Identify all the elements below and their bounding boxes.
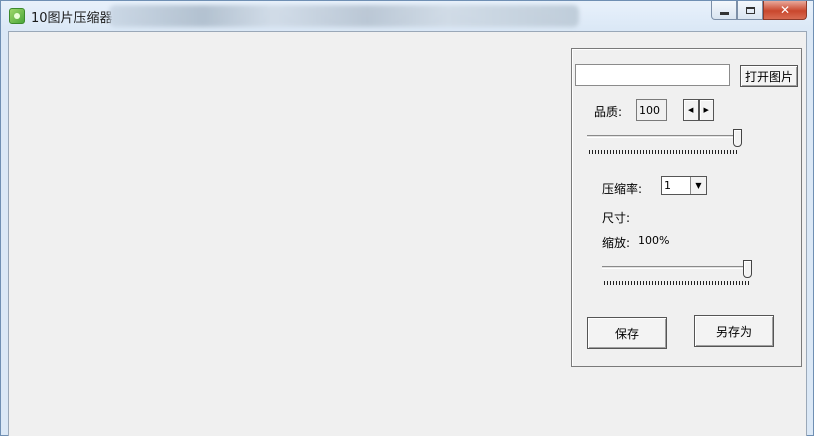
minimize-icon <box>719 11 729 15</box>
compression-select[interactable]: 1 ▼ <box>661 176 707 195</box>
slider-thumb[interactable] <box>733 129 742 147</box>
zoom-label: 缩放: <box>602 236 631 250</box>
slider-groove <box>602 266 752 269</box>
quality-spinner: ◀ ▶ <box>683 99 714 121</box>
quality-increase-button[interactable]: ▶ <box>698 99 714 121</box>
arrow-left-icon: ◀ <box>688 106 694 114</box>
app-window: 10图片压缩器 ✕ 打开图片 品质: 100 ◀ ▶ 压缩率: 1 ▼ 尺寸: … <box>0 0 814 436</box>
chevron-down-icon[interactable]: ▼ <box>690 177 706 194</box>
zoom-value: 100% <box>638 234 670 247</box>
quality-decrease-button[interactable]: ◀ <box>683 99 699 121</box>
close-icon: ✕ <box>779 3 791 17</box>
compression-selected-value: 1 <box>664 179 671 192</box>
arrow-right-icon: ▶ <box>703 106 709 114</box>
zoom-slider[interactable] <box>602 260 757 286</box>
app-picture-icon <box>9 8 25 24</box>
compression-label: 压缩率: <box>602 182 643 196</box>
quality-label: 品质: <box>594 105 623 119</box>
image-path-input[interactable] <box>575 64 730 86</box>
save-button[interactable]: 保存 <box>587 317 667 349</box>
blurred-title-region <box>109 5 579 27</box>
slider-groove <box>587 135 742 138</box>
size-label: 尺寸: <box>602 211 631 225</box>
quality-slider[interactable] <box>587 129 747 155</box>
caption-buttons: ✕ <box>711 1 807 21</box>
close-button[interactable]: ✕ <box>763 1 807 20</box>
save-as-button[interactable]: 另存为 <box>694 315 774 347</box>
maximize-icon <box>745 6 755 14</box>
settings-panel: 打开图片 品质: 100 ◀ ▶ 压缩率: 1 ▼ 尺寸: 缩放: 100% 保… <box>571 48 802 367</box>
open-image-button[interactable]: 打开图片 <box>740 65 798 87</box>
client-area: 打开图片 品质: 100 ◀ ▶ 压缩率: 1 ▼ 尺寸: 缩放: 100% 保… <box>8 31 807 436</box>
slider-thumb[interactable] <box>743 260 752 278</box>
minimize-button[interactable] <box>711 1 737 20</box>
maximize-button[interactable] <box>737 1 763 20</box>
slider-ticks <box>589 150 739 154</box>
window-title: 10图片压缩器 <box>31 11 113 26</box>
slider-ticks <box>604 281 749 285</box>
title-bar[interactable]: 10图片压缩器 ✕ <box>1 1 813 31</box>
quality-value-box: 100 <box>636 99 667 121</box>
